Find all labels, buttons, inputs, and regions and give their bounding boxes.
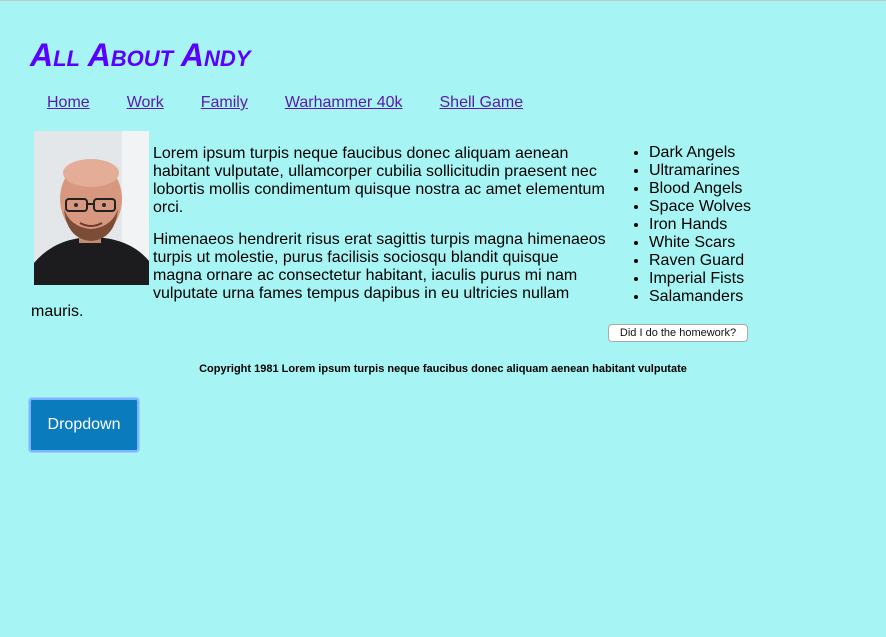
nav-link-shell-game[interactable]: Shell Game: [440, 94, 524, 111]
nav-link-home[interactable]: Home: [47, 94, 90, 111]
nav-item-family: Family: [201, 94, 285, 112]
profile-photo: [34, 131, 149, 285]
legions-list: Dark Angels Ultramarines Blood Angels Sp…: [631, 144, 751, 306]
homework-button[interactable]: Did I do the homework?: [608, 324, 748, 342]
list-item: Salamanders: [649, 288, 751, 306]
portrait-illustration: [34, 131, 149, 285]
main-nav: Home Work Family Warhammer 40k Shell Gam…: [47, 94, 560, 112]
nav-item-shell-game: Shell Game: [440, 94, 561, 112]
main-content: Lorem ipsum turpis neque faucibus donec …: [31, 131, 609, 321]
list-item: Blood Angels: [649, 180, 751, 198]
nav-item-warhammer: Warhammer 40k: [285, 94, 440, 112]
list-item: White Scars: [649, 234, 751, 252]
list-item: Space Wolves: [649, 198, 751, 216]
nav-link-work[interactable]: Work: [127, 94, 164, 111]
nav-item-home: Home: [47, 94, 127, 112]
list-item: Iron Hands: [649, 216, 751, 234]
list-item: Ultramarines: [649, 162, 751, 180]
nav-link-warhammer[interactable]: Warhammer 40k: [285, 94, 403, 111]
footer-copyright: Copyright 1981 Lorem ipsum turpis neque …: [199, 363, 687, 375]
list-item: Dark Angels: [649, 144, 751, 162]
dropdown-button[interactable]: Dropdown: [29, 398, 139, 452]
list-item: Raven Guard: [649, 252, 751, 270]
page-title: All About Andy: [30, 37, 251, 73]
nav-link-family[interactable]: Family: [201, 94, 248, 111]
nav-item-work: Work: [127, 94, 201, 112]
list-item: Imperial Fists: [649, 270, 751, 288]
